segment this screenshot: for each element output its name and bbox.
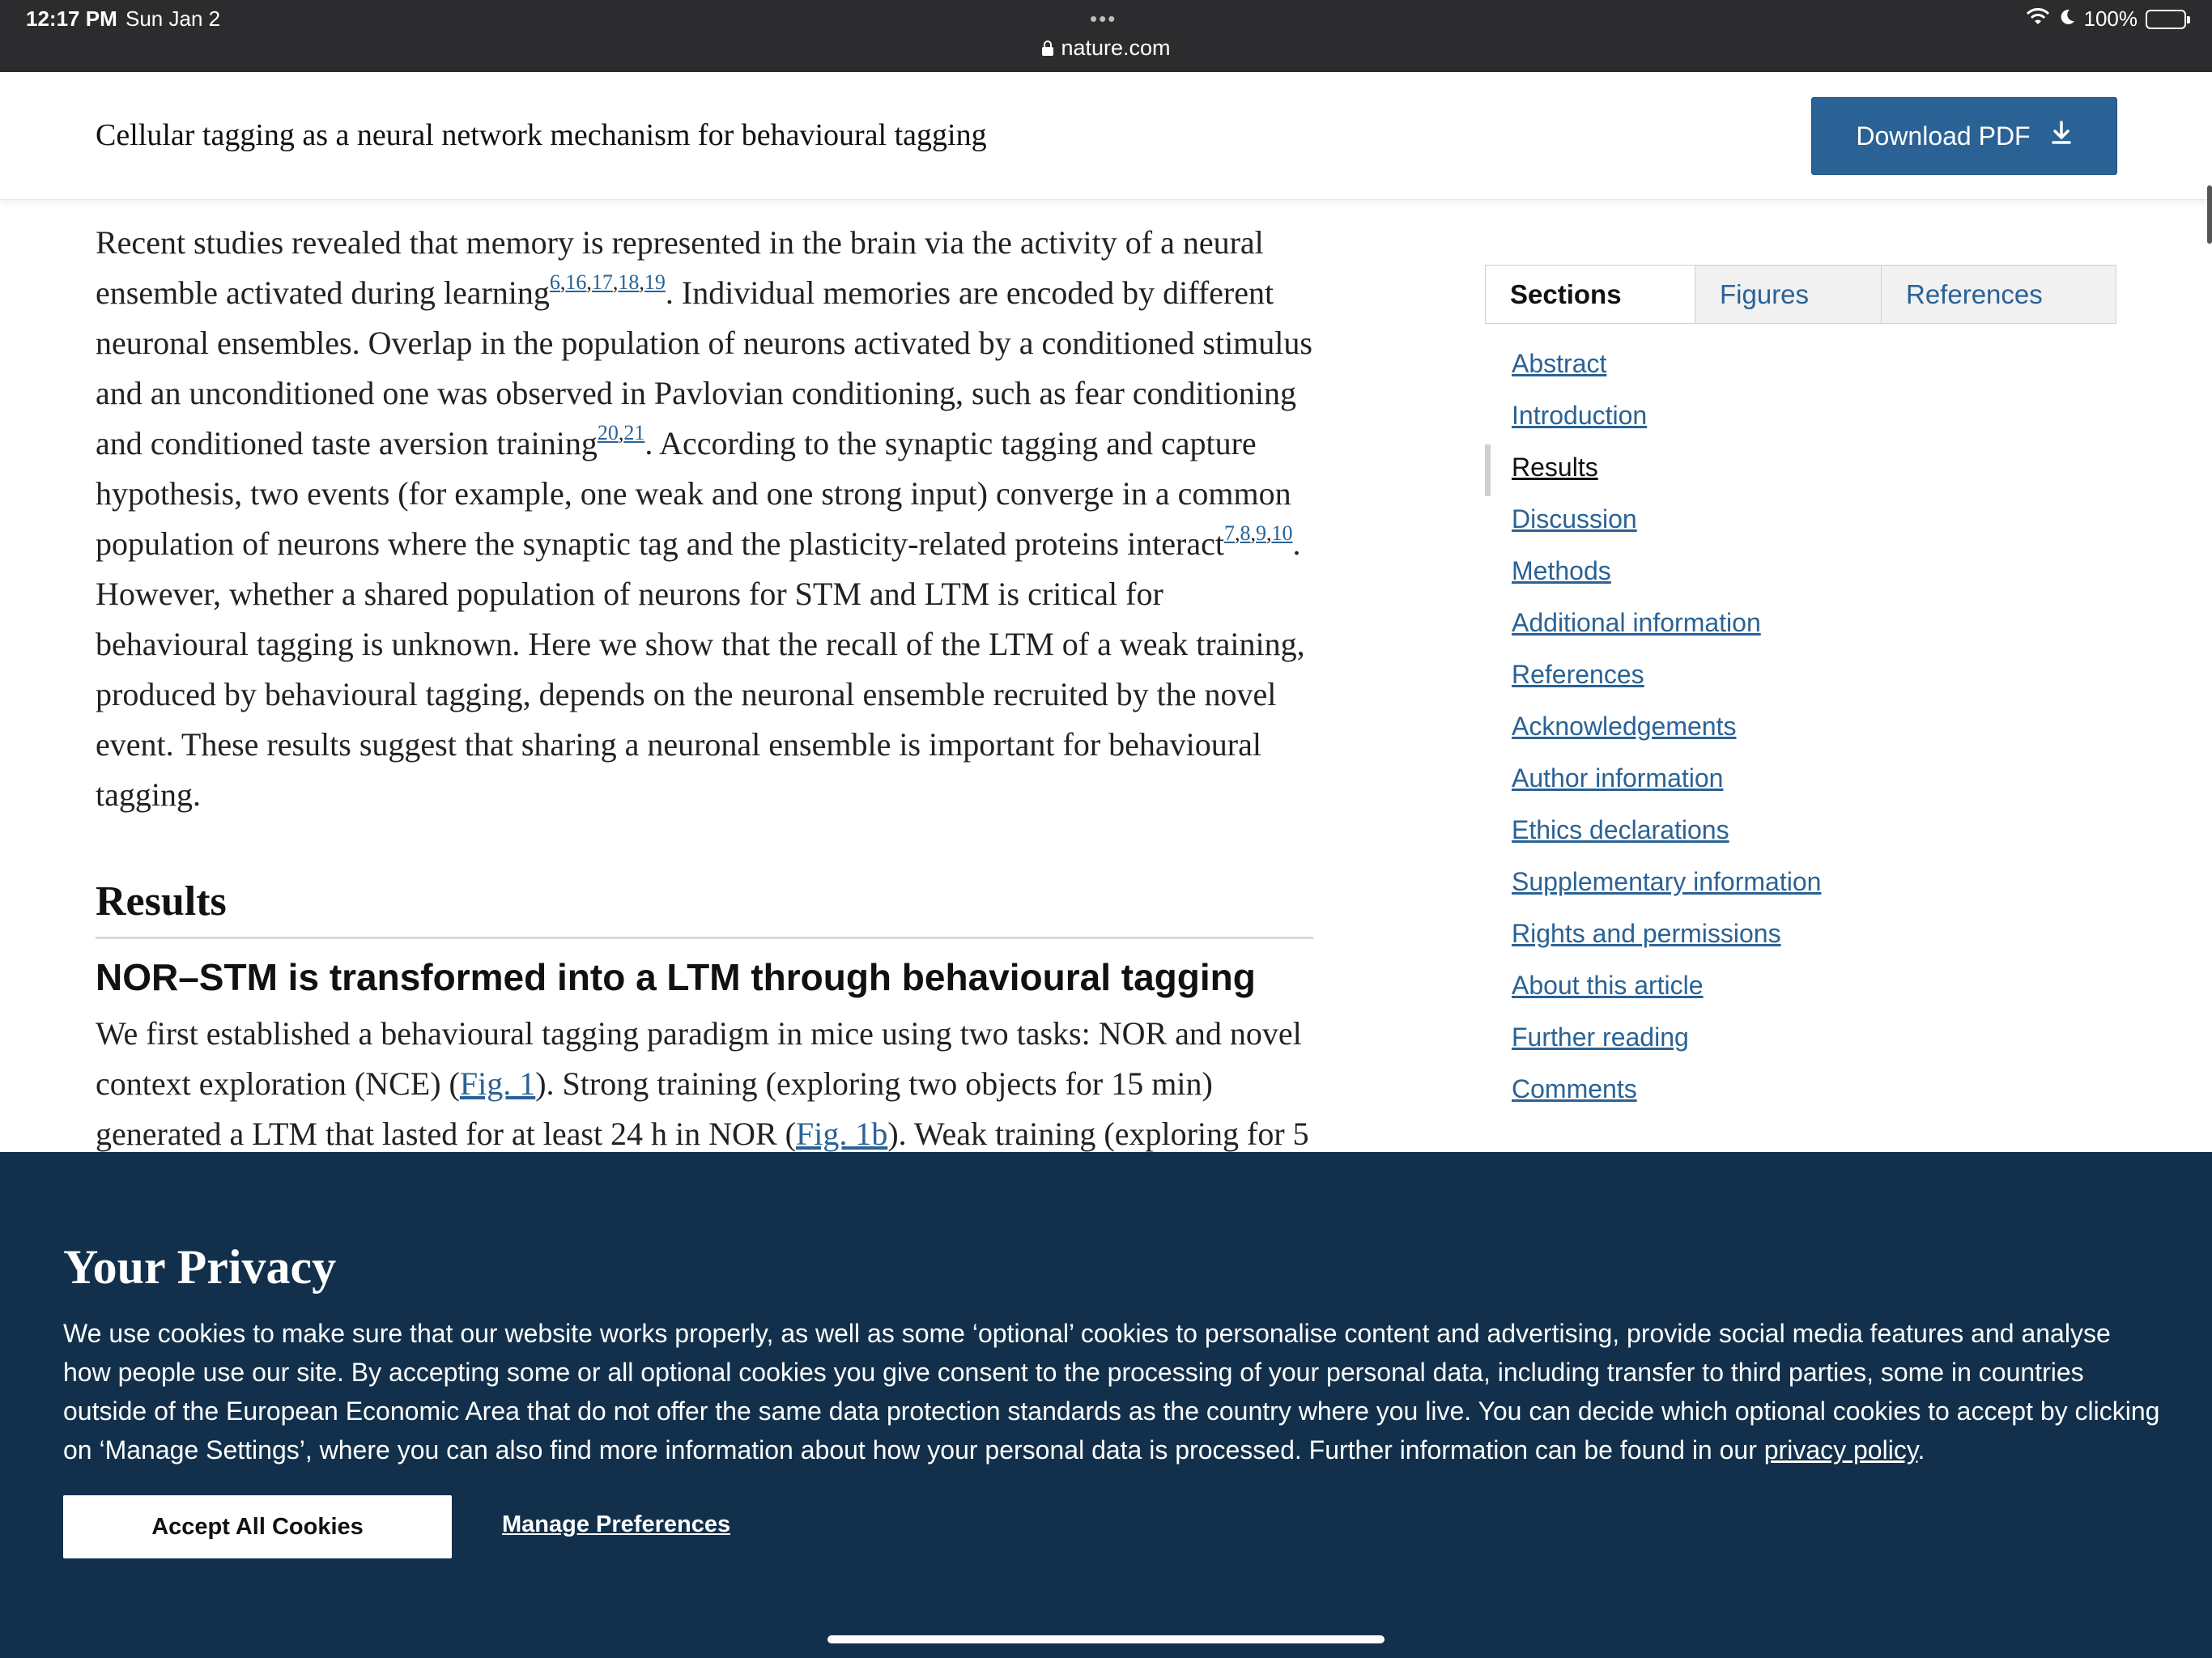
- sidebar-item-results: Results: [1485, 444, 2116, 496]
- citation-link[interactable]: 18: [618, 270, 639, 294]
- sidebar-item-discussion: Discussion: [1485, 496, 2116, 548]
- privacy-banner: Your Privacy We use cookies to make sure…: [0, 1152, 2212, 1658]
- scrollbar[interactable]: [2207, 185, 2212, 244]
- sidebar-item-author-information: Author information: [1485, 755, 2116, 807]
- moon-icon: [2058, 6, 2076, 32]
- citation-link[interactable]: 19: [644, 270, 666, 294]
- sidebar-item-about-this-article: About this article: [1485, 963, 2116, 1014]
- citation-group: 20,21: [597, 421, 645, 444]
- wifi-icon: [2026, 6, 2050, 32]
- section-nav-list: Abstract Introduction Results Discussion…: [1485, 341, 2116, 1118]
- status-icons: 100%: [2026, 6, 2190, 32]
- sidebar-link[interactable]: Introduction: [1512, 401, 1647, 430]
- manage-preferences-link[interactable]: Manage Preferences: [502, 1511, 730, 1538]
- intro-paragraph: Recent studies revealed that memory is r…: [96, 218, 1313, 820]
- sidebar-item-abstract: Abstract: [1485, 341, 2116, 393]
- article-body: Recent studies revealed that memory is r…: [96, 200, 1313, 1159]
- sidebar-link[interactable]: Acknowledgements: [1512, 712, 1736, 741]
- sidebar-link[interactable]: Abstract: [1512, 349, 1606, 378]
- sidebar-link[interactable]: Author information: [1512, 763, 1723, 793]
- sidebar-item-references: References: [1485, 652, 2116, 704]
- citation-group: 7,8,9,10: [1223, 521, 1293, 545]
- download-pdf-label: Download PDF: [1856, 121, 2031, 151]
- section-subheading: NOR–STM is transformed into a LTM throug…: [96, 956, 1256, 998]
- citation-link[interactable]: 6: [550, 270, 560, 294]
- sidebar-item-methods: Methods: [1485, 548, 2116, 600]
- citation-link[interactable]: 17: [592, 270, 613, 294]
- sidebar-link[interactable]: Additional information: [1512, 608, 1761, 637]
- download-icon: [2050, 121, 2073, 151]
- battery-percent: 100%: [2083, 6, 2138, 31]
- status-date: Sun Jan 2: [125, 6, 221, 31]
- sidebar-link[interactable]: Discussion: [1512, 504, 1637, 534]
- privacy-title: Your Privacy: [63, 1240, 337, 1294]
- sidebar-item-supplementary-information: Supplementary information: [1485, 859, 2116, 911]
- figure-link[interactable]: Fig. 1b: [796, 1116, 887, 1152]
- sidebar-link[interactable]: Comments: [1512, 1074, 1637, 1103]
- paragraph-text: ). Weak training (exploring for 5: [887, 1116, 1309, 1152]
- lock-icon: [1041, 37, 1054, 62]
- sidebar-item-acknowledgements: Acknowledgements: [1485, 704, 2116, 755]
- sidebar-link[interactable]: Supplementary information: [1512, 867, 1821, 896]
- sidebar-item-further-reading: Further reading: [1485, 1014, 2116, 1066]
- citation-link[interactable]: 8: [1240, 521, 1250, 545]
- sidebar-item-ethics-declarations: Ethics declarations: [1485, 807, 2116, 859]
- more-dots-icon[interactable]: •••: [1090, 6, 1117, 32]
- citation-group: 6,16,17,18,19: [549, 270, 666, 294]
- sidebar-item-introduction: Introduction: [1485, 393, 2116, 444]
- tab-sections[interactable]: Sections: [1486, 266, 1695, 323]
- status-time: 12:17 PM: [26, 6, 117, 31]
- address-bar[interactable]: nature.com: [0, 36, 2212, 62]
- sidebar-link[interactable]: Further reading: [1512, 1022, 1689, 1052]
- citation-link[interactable]: 7: [1224, 521, 1235, 545]
- sidebar-tabs: Sections Figures References: [1485, 265, 2116, 324]
- sidebar-item-rights-and-permissions: Rights and permissions: [1485, 911, 2116, 963]
- sidebar: Sections Figures References Abstract Int…: [1485, 265, 2116, 1118]
- url-text: nature.com: [1061, 36, 1171, 60]
- citation-link[interactable]: 10: [1271, 521, 1292, 545]
- citation-link[interactable]: 20: [598, 421, 619, 444]
- privacy-text: We use cookies to make sure that our web…: [63, 1314, 2160, 1469]
- citation-link[interactable]: 21: [623, 421, 644, 444]
- download-pdf-button[interactable]: Download PDF: [1811, 97, 2117, 175]
- article-header: Cellular tagging as a neural network mec…: [0, 72, 2212, 244]
- citation-link[interactable]: 9: [1256, 521, 1266, 545]
- status-bar: 12:17 PM Sun Jan 2 ••• nature.com 100%: [0, 0, 2212, 72]
- sidebar-link[interactable]: Rights and permissions: [1512, 919, 1781, 948]
- sidebar-link[interactable]: Results: [1512, 453, 1598, 482]
- sidebar-link[interactable]: References: [1512, 660, 1644, 689]
- battery-icon: [2146, 9, 2190, 29]
- sidebar-item-comments: Comments: [1485, 1066, 2116, 1118]
- sidebar-link[interactable]: About this article: [1512, 971, 1704, 1000]
- article-title: Cellular tagging as a neural network mec…: [96, 118, 987, 152]
- results-paragraph: We first established a behavioural taggi…: [96, 1009, 1313, 1159]
- privacy-end-text: .: [1917, 1435, 1925, 1465]
- sidebar-link[interactable]: Methods: [1512, 556, 1611, 585]
- accept-all-cookies-button[interactable]: Accept All Cookies: [63, 1495, 452, 1558]
- paragraph-text: . However, whether a shared population o…: [96, 525, 1305, 813]
- figure-link[interactable]: Fig. 1: [460, 1065, 535, 1102]
- sidebar-link[interactable]: Ethics declarations: [1512, 815, 1729, 844]
- tab-references[interactable]: References: [1882, 266, 2116, 323]
- home-indicator[interactable]: [827, 1635, 1385, 1643]
- privacy-policy-link[interactable]: privacy policy: [1764, 1435, 1918, 1465]
- results-heading: Results: [96, 875, 1313, 939]
- citation-link[interactable]: 16: [565, 270, 586, 294]
- tab-figures[interactable]: Figures: [1695, 266, 1882, 323]
- sidebar-item-additional-information: Additional information: [1485, 600, 2116, 652]
